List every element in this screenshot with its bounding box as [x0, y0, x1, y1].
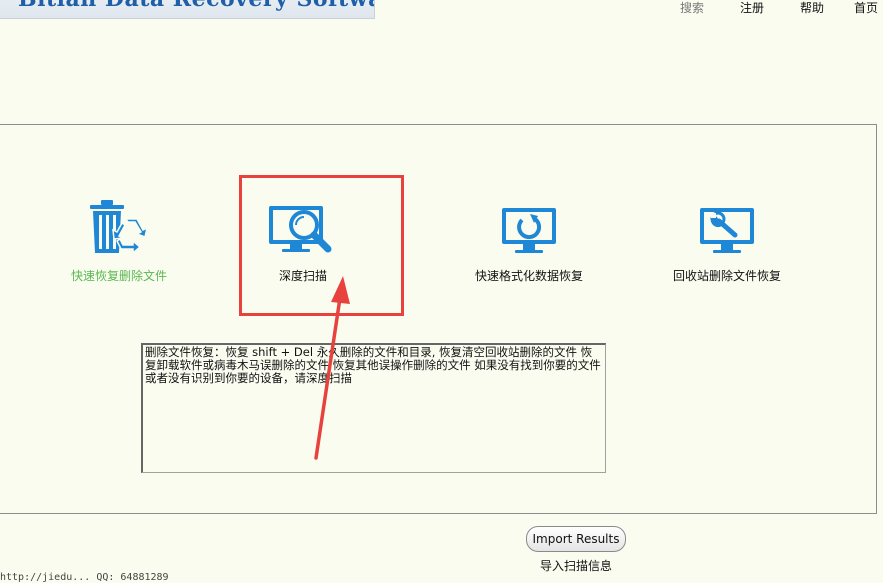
recycle-bin-icon	[90, 200, 149, 255]
format-recover-label: 快速格式化数据恢复	[474, 269, 583, 283]
nav-help-link[interactable]: 帮助	[800, 0, 824, 16]
import-results-button[interactable]: Import Results	[526, 526, 626, 552]
format-recover-option[interactable]: 快速格式化数据恢复	[464, 193, 594, 284]
monitor-wrench-icon	[700, 208, 754, 253]
nav-search-link[interactable]: 搜索	[680, 0, 704, 16]
recovery-options-panel: 快速恢复删除文件 深度扫描 快速格式化数据恢复 回收站删除文件恢复 删除文件恢复…	[0, 124, 877, 514]
app-logo-banner: Bitian Data Recovery Software	[0, 0, 375, 19]
recycle-recover-label: 回收站删除文件恢复	[672, 269, 781, 283]
monitor-refresh-icon	[502, 208, 556, 253]
quick-recover-option[interactable]: 快速恢复删除文件	[59, 193, 179, 284]
app-logo-text: Bitian Data Recovery Software	[18, 0, 374, 12]
description-textarea[interactable]: 删除文件恢复：恢复 shift + Del 永久删除的文件和目录, 恢复清空回收…	[141, 343, 606, 473]
nav-home-link[interactable]: 首页	[854, 0, 878, 16]
quick-recover-label: 快速恢复删除文件	[70, 269, 167, 283]
deep-scan-highlight-box	[239, 175, 404, 316]
nav-register-link[interactable]: 注册	[740, 0, 764, 16]
recycle-recover-option[interactable]: 回收站删除文件恢复	[667, 193, 787, 284]
import-scan-info-label: 导入扫描信息	[540, 559, 613, 573]
